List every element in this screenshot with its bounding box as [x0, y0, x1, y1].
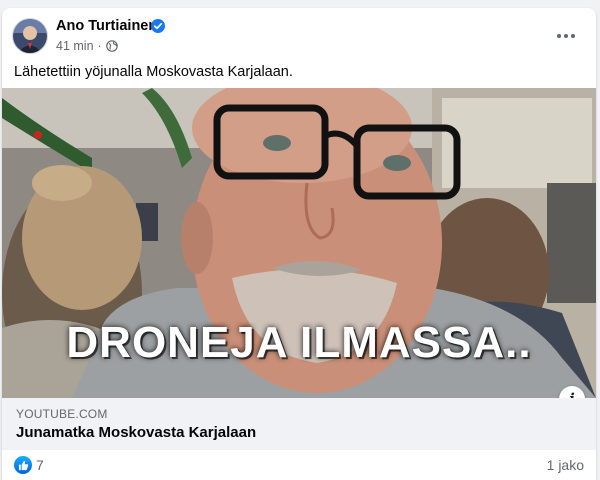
- more-icon-dot: [571, 34, 575, 38]
- author-avatar[interactable]: [12, 18, 48, 54]
- engagement-bar: 7 1 jako: [2, 450, 596, 480]
- post-meta: 41 min ·: [56, 39, 118, 53]
- more-icon: [557, 34, 561, 38]
- link-domain: YOUTUBE.COM: [16, 407, 108, 421]
- more-options-button[interactable]: [552, 22, 580, 50]
- link-title[interactable]: Junamatka Moskovasta Karjalaan: [16, 424, 256, 441]
- thumbnail-caption: DRONEJA ILMASSA..: [66, 318, 532, 367]
- post-timestamp[interactable]: 41 min: [56, 39, 94, 53]
- avatar-image: [13, 19, 47, 53]
- share-count[interactable]: 1 jako: [547, 457, 584, 473]
- verified-badge-icon: [151, 19, 165, 33]
- link-preview[interactable]: YOUTUBE.COM Junamatka Moskovasta Karjala…: [2, 398, 596, 450]
- reaction-count[interactable]: 7: [36, 457, 44, 473]
- thumbs-up-icon: [18, 460, 28, 470]
- post-text: Lähetettiin yöjunalla Moskovasta Karjala…: [14, 64, 293, 80]
- meta-separator: ·: [97, 39, 102, 53]
- link-thumbnail[interactable]: DRONEJA ILMASSA..: [2, 88, 596, 398]
- more-icon-dot: [564, 34, 568, 38]
- globe-icon[interactable]: [105, 40, 118, 52]
- author-name[interactable]: Ano Turtiainen: [56, 18, 157, 34]
- like-icon[interactable]: [14, 456, 32, 474]
- post-card: Ano Turtiainen 41 min · Lähetettiin yöju…: [2, 8, 596, 480]
- post-header: Ano Turtiainen 41 min ·: [2, 8, 596, 64]
